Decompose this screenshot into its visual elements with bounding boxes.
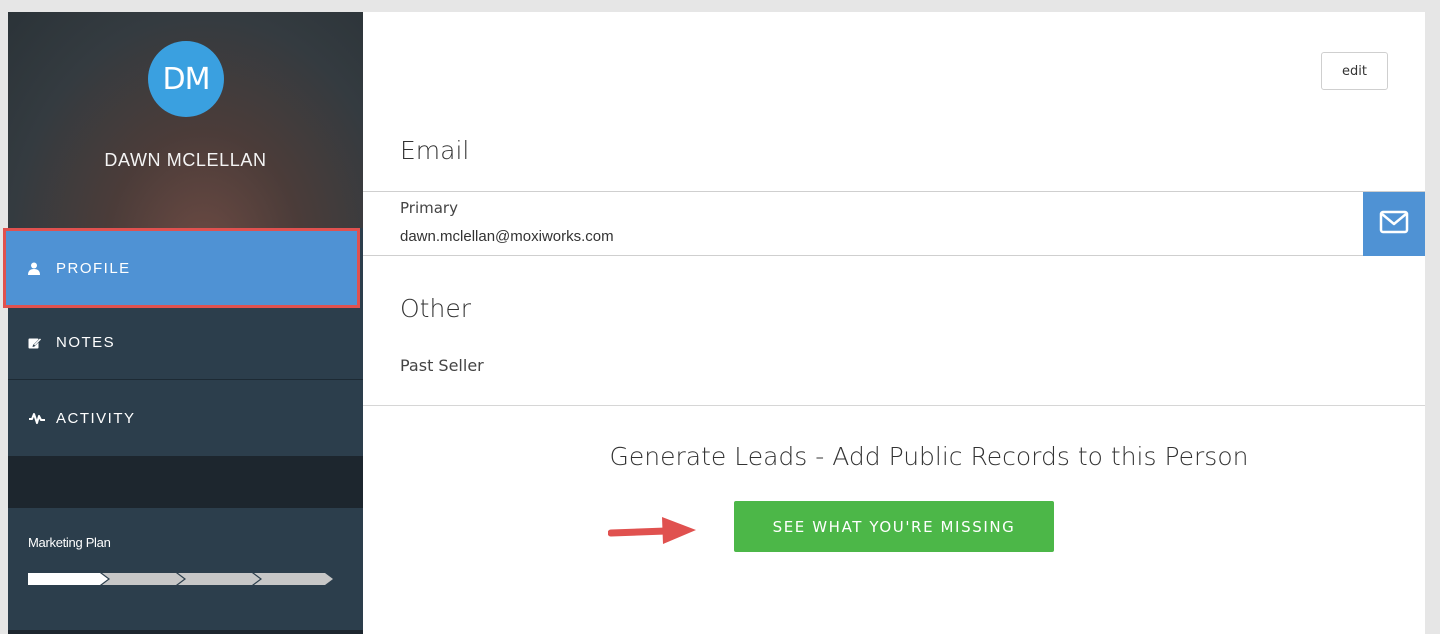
nav-profile-label: PROFILE [56,259,131,277]
nav-notes-label: NOTES [56,334,116,351]
marketing-plan-progress [28,573,333,585]
nav-activity-label: ACTIVITY [56,409,136,427]
email-type: Primary [400,199,458,217]
sidebar-bottom-band [8,630,363,634]
annotation-arrow-icon [608,517,696,544]
edit-button[interactable]: edit [1321,52,1388,90]
profile-header: DM DAWN MCLELLAN [8,12,363,228]
email-section-title: Email [400,136,470,165]
send-email-button[interactable] [1363,192,1425,256]
sidebar-divider-band [8,456,363,508]
user-icon [28,262,48,275]
divider [363,405,1425,406]
profile-panel: edit Email Primary dawn.mclellan@moxiwor… [363,12,1425,634]
user-name: DAWN MCLELLAN [104,150,267,170]
progress-step [254,573,333,585]
avatar: DM [148,41,224,117]
nav-item-profile[interactable]: PROFILE [3,228,360,308]
see-what-youre-missing-button[interactable]: SEE WHAT YOU'RE MISSING [734,501,1054,552]
sidebar: DM DAWN MCLELLAN PROFILE NOTES ACTIVITY … [3,12,363,634]
progress-step [178,573,260,585]
nav-item-activity[interactable]: ACTIVITY [8,381,363,455]
activity-pulse-icon [28,412,48,424]
other-section-title: Other [400,294,471,323]
progress-step [102,573,184,585]
email-address: dawn.mclellan@moxiworks.com [400,228,614,245]
leads-heading: Generate Leads - Add Public Records to t… [609,442,1249,471]
other-value: Past Seller [400,356,484,375]
notes-edit-icon [28,336,48,350]
email-row: Primary dawn.mclellan@moxiworks.com [363,191,1425,256]
nav-item-notes[interactable]: NOTES [8,306,363,380]
marketing-plan-label: Marketing Plan [28,535,111,550]
progress-step [28,573,108,585]
mail-icon [1379,210,1409,239]
